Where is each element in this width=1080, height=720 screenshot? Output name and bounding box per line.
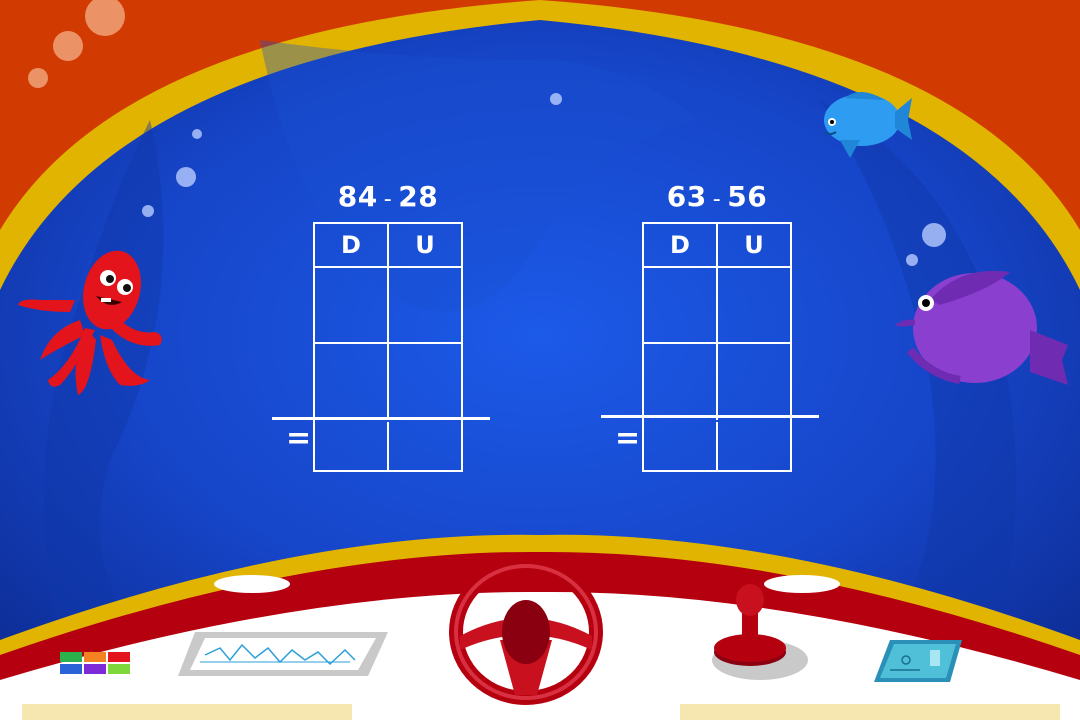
tens-result-cell[interactable] (315, 422, 389, 470)
water-bubble (906, 254, 918, 266)
header-units: U (389, 224, 461, 268)
units-result-cell[interactable] (718, 422, 790, 470)
units-result-cell[interactable] (389, 422, 461, 470)
water-bubble (550, 93, 562, 105)
dashboard-strip-left (22, 704, 352, 720)
operator: - (712, 187, 722, 212)
tens-result-cell[interactable] (644, 422, 718, 470)
operand-b: 56 (727, 180, 768, 213)
water-bubble (142, 205, 154, 217)
hull-bubble (53, 31, 83, 61)
water-bubble (192, 129, 202, 139)
tens-cell-row2[interactable] (644, 344, 718, 420)
water-bubble (176, 167, 196, 187)
header-tens: D (644, 224, 718, 268)
header-tens: D (315, 224, 389, 268)
tens-cell-row1[interactable] (644, 268, 718, 344)
units-cell-row2[interactable] (389, 344, 461, 420)
problem-title: 63-56 (587, 180, 847, 214)
water-bubble (922, 223, 946, 247)
dashboard-light-right (764, 575, 840, 593)
sum-line (272, 417, 490, 420)
dashboard-strip-right (680, 704, 1060, 720)
dashboard-light-left (214, 575, 290, 593)
header-units: U (718, 224, 790, 268)
submarine-scene (0, 0, 1080, 720)
tens-cell-row1[interactable] (315, 268, 389, 344)
monitor-graph-icon[interactable] (178, 632, 388, 676)
operand-a: 84 (337, 180, 378, 213)
subtraction-problem-1: 84-28 D U = (258, 180, 518, 480)
sum-line (601, 415, 819, 418)
units-cell-row1[interactable] (718, 268, 790, 344)
place-value-grid: D U (642, 222, 792, 472)
equals-sign: = (615, 421, 641, 456)
problem-title: 84-28 (258, 180, 518, 214)
tens-cell-row2[interactable] (315, 344, 389, 420)
operand-b: 28 (398, 180, 439, 213)
operand-a: 63 (666, 180, 707, 213)
units-cell-row1[interactable] (389, 268, 461, 344)
operator: - (383, 187, 393, 212)
place-value-grid: D U (313, 222, 463, 472)
equals-sign: = (286, 421, 312, 456)
hull-bubble (28, 68, 48, 88)
subtraction-problem-2: 63-56 D U = (587, 180, 847, 480)
units-cell-row2[interactable] (718, 344, 790, 420)
